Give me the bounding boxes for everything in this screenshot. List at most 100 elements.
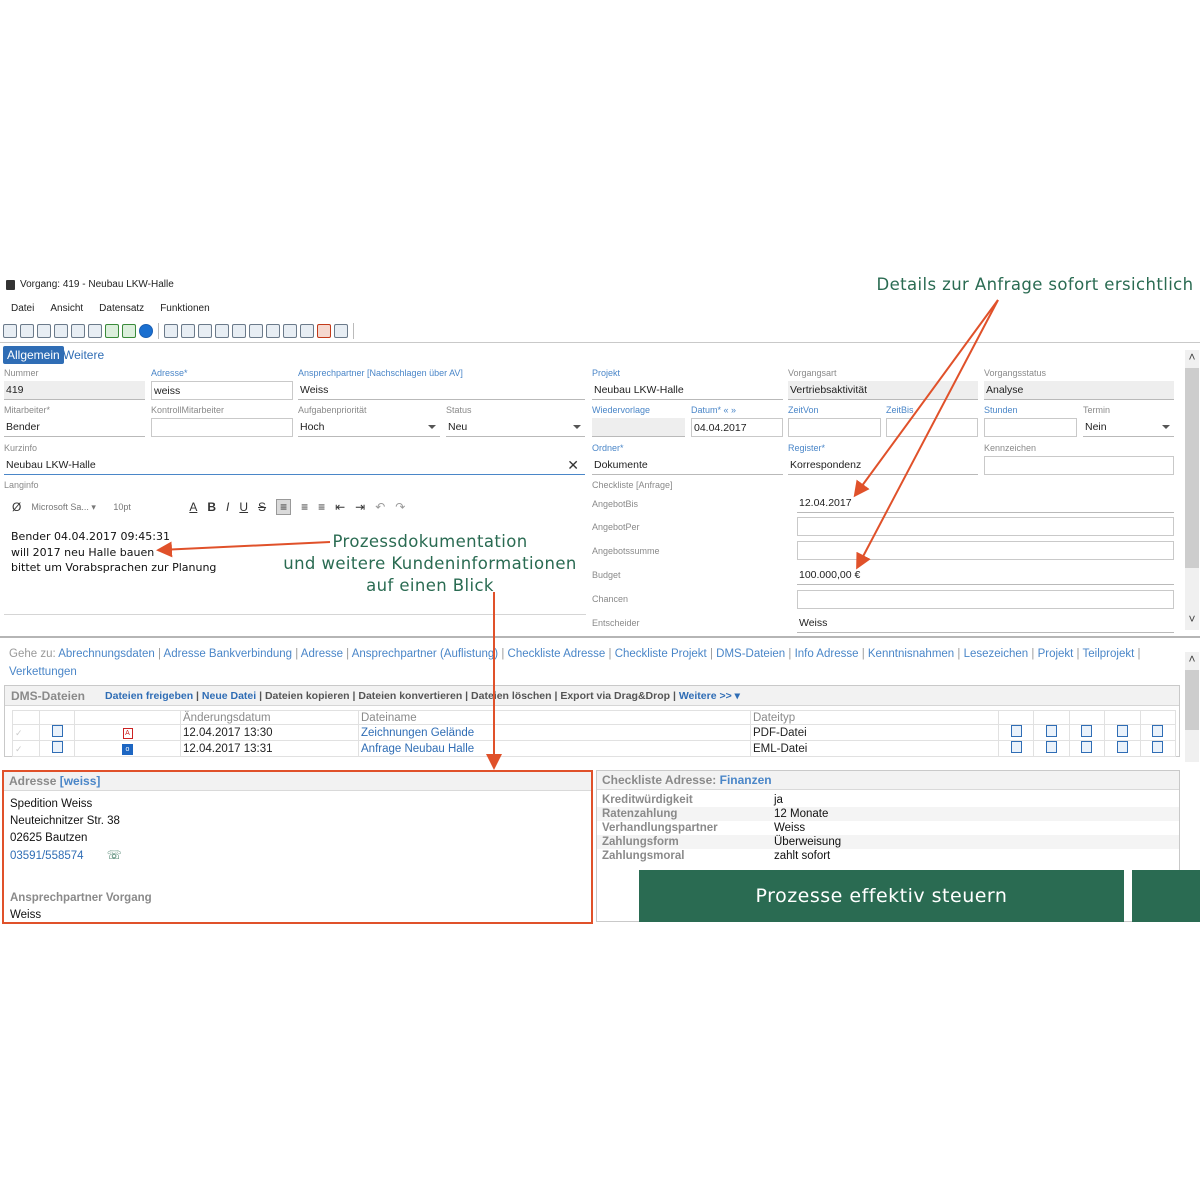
dms-action-weitere[interactable]: Weitere >> xyxy=(679,690,732,702)
mitarbeiter-field[interactable]: Bender xyxy=(4,418,145,437)
goto-link[interactable]: Abrechnungsdaten xyxy=(58,648,155,660)
ordner-field[interactable]: Dokumente xyxy=(592,456,783,475)
tab-allgemein[interactable]: Allgemein xyxy=(3,346,64,364)
font-color-icon[interactable]: A xyxy=(189,500,197,514)
register-field[interactable]: Korrespondenz xyxy=(788,456,978,475)
font-select[interactable]: Microsoft Sa... ▾ xyxy=(31,502,103,513)
chevron-down-icon[interactable]: ˅ xyxy=(1185,612,1199,626)
angebotper-field[interactable] xyxy=(797,517,1174,536)
angebotssumme-field[interactable] xyxy=(797,541,1174,560)
status-select[interactable]: Neu xyxy=(446,418,585,437)
mail-icon[interactable] xyxy=(164,324,178,338)
font-size-select[interactable]: 10pt xyxy=(113,502,179,512)
filter-remove-icon[interactable] xyxy=(71,324,85,338)
aufgabenprioritaet-select[interactable]: Hoch xyxy=(298,418,440,437)
form-scrollbar[interactable]: ˄ ˅ xyxy=(1185,350,1199,630)
edit-document-icon[interactable] xyxy=(51,741,63,753)
goto-link[interactable]: Adresse Bankverbindung xyxy=(164,648,293,660)
underline-icon[interactable]: U xyxy=(239,500,248,514)
goto-link[interactable]: Verkettungen xyxy=(9,666,77,678)
projekt-field[interactable]: Neubau LKW-Halle xyxy=(592,381,783,400)
kennzeichen-field[interactable] xyxy=(984,456,1174,475)
indent-icon[interactable]: ⇥ xyxy=(355,500,365,514)
dms-filename[interactable]: Zeichnungen Gelände xyxy=(358,724,751,741)
bold-icon[interactable]: B xyxy=(207,500,216,514)
ansprechpartner-field[interactable]: Weiss xyxy=(298,381,585,400)
goto-link[interactable]: Lesezeichen xyxy=(964,648,1029,660)
info-icon[interactable] xyxy=(139,324,153,338)
delete-icon[interactable] xyxy=(317,324,331,338)
entscheider-field[interactable]: Weiss xyxy=(797,614,1174,633)
goto-link[interactable]: Checkliste Adresse xyxy=(508,648,606,660)
align-center-icon[interactable]: ≡ xyxy=(301,500,308,514)
goto-link[interactable]: Ansprechpartner (Auflistung) xyxy=(352,648,498,660)
chancen-field[interactable] xyxy=(797,590,1174,609)
calendar-icon[interactable] xyxy=(300,324,314,338)
checkout-icon[interactable] xyxy=(1116,725,1128,737)
tree-icon[interactable] xyxy=(198,324,212,338)
export-icon[interactable] xyxy=(334,324,348,338)
splitter[interactable] xyxy=(0,636,1200,638)
filter-apply-icon[interactable] xyxy=(88,324,102,338)
network-icon[interactable] xyxy=(266,324,280,338)
save-icon[interactable] xyxy=(37,324,51,338)
datum-field[interactable]: 04.04.2017 xyxy=(691,418,783,437)
chevron-down-icon[interactable]: ▾ xyxy=(735,690,740,702)
dms-action-loeschen[interactable]: Dateien löschen xyxy=(471,690,552,702)
goto-link[interactable]: Projekt xyxy=(1038,648,1074,660)
column-header[interactable]: Dateityp xyxy=(750,710,999,725)
vorgangsstatus-field[interactable]: Analyse xyxy=(984,381,1174,400)
table-row[interactable]: ✓ A 12.04.2017 13:30 Zeichnungen Gelände… xyxy=(12,724,1177,741)
goto-link[interactable]: Teilprojekt xyxy=(1083,648,1135,660)
align-left-icon[interactable]: ≡ xyxy=(276,499,292,515)
menu-ansicht[interactable]: Ansicht xyxy=(50,303,83,314)
goto-link[interactable]: Adresse xyxy=(301,648,343,660)
checklist-address-section[interactable]: Finanzen xyxy=(720,773,772,787)
strikethrough-icon[interactable]: S xyxy=(258,500,266,514)
globe-icon[interactable] xyxy=(283,324,297,338)
edit-document-icon[interactable] xyxy=(51,725,63,737)
menu-funktionen[interactable]: Funktionen xyxy=(160,303,209,314)
italic-icon[interactable]: I xyxy=(226,500,229,514)
dms-action-konvertieren[interactable]: Dateien konvertieren xyxy=(358,690,462,702)
angebotbis-field[interactable]: 12.04.2017 xyxy=(797,494,1174,513)
copy-icon[interactable] xyxy=(20,324,34,338)
dms-action-kopieren[interactable]: Dateien kopieren xyxy=(265,690,350,702)
redo-icon[interactable]: ↷ xyxy=(395,500,405,514)
history-icon[interactable] xyxy=(1081,741,1093,753)
dms-action-neue-datei[interactable]: Neue Datei xyxy=(202,690,256,702)
properties-icon[interactable] xyxy=(1152,741,1164,753)
edit-icon[interactable] xyxy=(181,324,195,338)
budget-field[interactable]: 100.000,00 € xyxy=(797,566,1174,585)
unlink-icon[interactable] xyxy=(122,324,136,338)
zeitbis-field[interactable] xyxy=(886,418,978,437)
kurzinfo-field[interactable]: Neubau LKW-Halle ✕ xyxy=(4,456,585,475)
dms-action-freigeben[interactable]: Dateien freigeben xyxy=(105,690,193,702)
vorgangsart-field[interactable]: Vertriebsaktivität xyxy=(788,381,978,400)
preview-icon[interactable] xyxy=(1010,741,1022,753)
chevron-up-icon[interactable]: ˄ xyxy=(1185,652,1199,666)
dms-action-export[interactable]: Export via Drag&Drop xyxy=(560,690,670,702)
refresh-icon[interactable] xyxy=(105,324,119,338)
goto-link[interactable]: DMS-Dateien xyxy=(716,648,785,660)
align-right-icon[interactable]: ≡ xyxy=(318,500,325,514)
address-key[interactable]: [weiss] xyxy=(60,774,101,788)
nummer-field[interactable]: 419 xyxy=(4,381,145,400)
hierarchy-alt-icon[interactable] xyxy=(249,324,263,338)
edit-file-icon[interactable] xyxy=(1046,741,1058,753)
stunden-field[interactable] xyxy=(984,418,1077,437)
goto-link[interactable]: Kenntnisnahmen xyxy=(868,648,954,660)
kontrollmitarbeiter-field[interactable] xyxy=(151,418,293,437)
table-row[interactable]: ✓ o 12.04.2017 13:31 Anfrage Neubau Hall… xyxy=(12,740,1177,757)
scrollbar-thumb[interactable] xyxy=(1185,670,1199,730)
preview-icon[interactable] xyxy=(1010,725,1022,737)
tab-weitere[interactable]: Weitere xyxy=(63,346,104,364)
menu-datensatz[interactable]: Datensatz xyxy=(99,303,144,314)
hierarchy-icon[interactable] xyxy=(232,324,246,338)
wiedervorlage-field[interactable] xyxy=(592,418,685,437)
history-icon[interactable] xyxy=(1081,725,1093,737)
goto-link[interactable]: Checkliste Projekt xyxy=(615,648,707,660)
phone-icon[interactable]: ☏ xyxy=(107,848,122,862)
lower-scrollbar[interactable]: ˄ xyxy=(1185,652,1199,762)
adresse-field[interactable]: weiss xyxy=(151,381,293,400)
